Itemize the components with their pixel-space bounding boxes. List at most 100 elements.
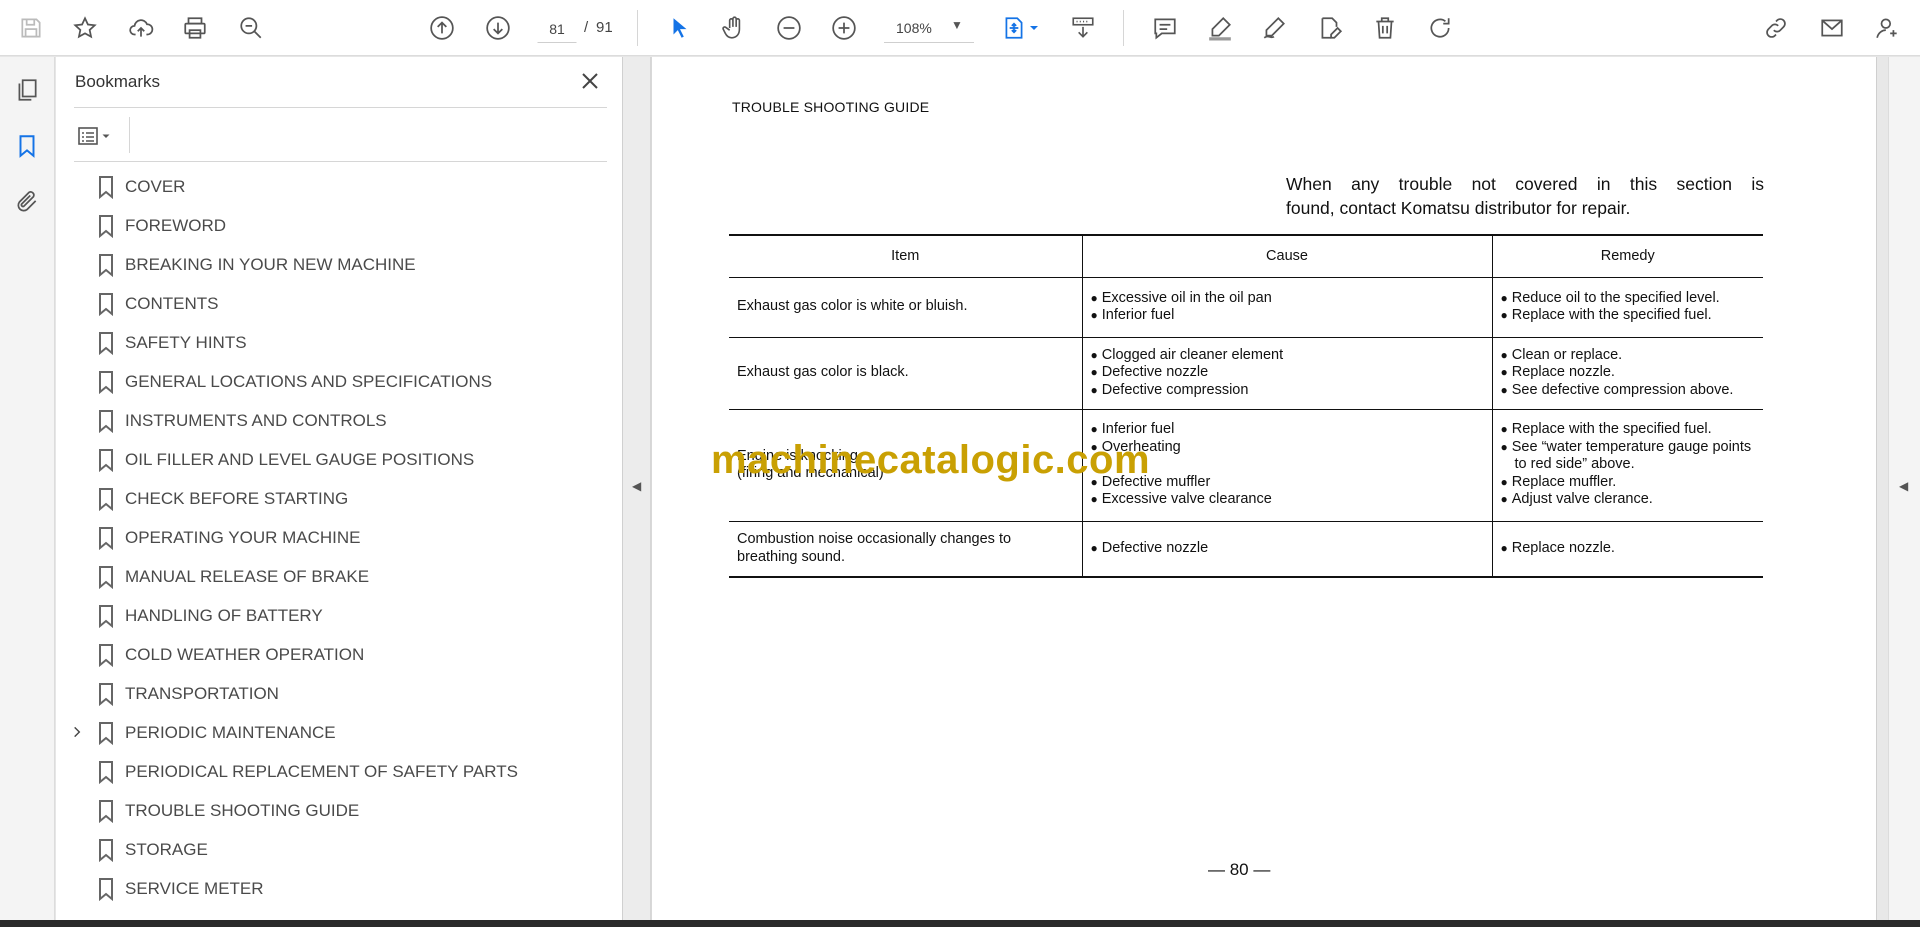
table-row: Exhaust gas color is black.Clogged air c… bbox=[729, 337, 1763, 410]
bookmark-label: COLD WEATHER OPERATION bbox=[125, 645, 365, 664]
bookmark-item[interactable]: PERIODICAL REPLACEMENT OF SAFETY PARTS bbox=[56, 752, 596, 791]
remedy-item: Reduce oil to the specified level. bbox=[1501, 290, 1756, 308]
cause-item: Defective nozzle bbox=[1091, 540, 1484, 558]
cause-cell: Defective nozzle bbox=[1081, 521, 1492, 578]
remedy-item: Replace nozzle. bbox=[1501, 540, 1756, 558]
bookmark-label: GENERAL LOCATIONS AND SPECIFICATIONS bbox=[125, 372, 493, 391]
right-panel-handle[interactable]: ◀ bbox=[1888, 57, 1920, 920]
bookmark-item[interactable]: INSTRUMENTS AND CONTROLS bbox=[56, 401, 596, 440]
bookmark-item[interactable]: COVER bbox=[56, 167, 596, 206]
note-line-2: found, contact Komatsu distributor for r… bbox=[1286, 198, 1631, 218]
bookmark-item[interactable]: CONTENTS bbox=[56, 284, 596, 323]
page-edge bbox=[1876, 57, 1877, 920]
bookmark-label: COVER bbox=[125, 177, 186, 196]
bookmark-label: TROUBLE SHOOTING GUIDE bbox=[125, 801, 360, 820]
bookmark-label: MANUAL RELEASE OF BRAKE bbox=[125, 567, 370, 586]
page-number-input[interactable]: 81 bbox=[537, 13, 577, 43]
bookmark-label: STORAGE bbox=[125, 840, 208, 859]
bookmark-icon bbox=[99, 488, 113, 511]
find-zoom-icon[interactable] bbox=[234, 11, 268, 45]
chevron-down-icon[interactable]: ▼ bbox=[951, 18, 963, 32]
remedy-item: Replace with the specified fuel. bbox=[1501, 421, 1756, 439]
bookmark-item[interactable]: TRANSPORTATION bbox=[56, 674, 596, 713]
highlight-icon[interactable] bbox=[1203, 11, 1237, 45]
bookmark-item[interactable]: FOREWORD bbox=[56, 206, 596, 245]
bookmark-icon bbox=[99, 839, 113, 862]
delete-icon[interactable] bbox=[1368, 11, 1402, 45]
bookmark-item[interactable]: MANUAL RELEASE OF BRAKE bbox=[56, 557, 596, 596]
note-line-1: When any trouble not covered in this sec… bbox=[1286, 174, 1764, 194]
page-separator: / bbox=[584, 19, 589, 36]
left-navigation-rail bbox=[0, 57, 55, 920]
divider bbox=[129, 117, 130, 153]
bookmark-label: HANDLING OF BATTERY bbox=[125, 606, 323, 625]
bookmark-item[interactable]: PERIODIC MAINTENANCE bbox=[56, 713, 596, 752]
select-cursor-icon[interactable] bbox=[663, 11, 697, 45]
rotate-icon[interactable] bbox=[1423, 11, 1457, 45]
share-link-icon[interactable] bbox=[1759, 11, 1793, 45]
upload-cloud-icon[interactable] bbox=[124, 11, 158, 45]
email-icon[interactable] bbox=[1815, 11, 1849, 45]
print-icon[interactable] bbox=[178, 11, 212, 45]
attachments-icon[interactable] bbox=[12, 187, 42, 217]
toolbar-divider bbox=[1123, 10, 1124, 46]
item-cell: Combustion noise occasionally changes to… bbox=[729, 521, 1082, 578]
draw-icon[interactable] bbox=[1257, 11, 1291, 45]
bookmark-label: PERIODICAL REPLACEMENT OF SAFETY PARTS bbox=[125, 762, 518, 781]
table-body: Exhaust gas color is white or bluish. Exc… bbox=[729, 277, 1763, 578]
bookmark-item[interactable]: SAFETY HINTS bbox=[56, 323, 596, 362]
bookmark-label: PERIODIC MAINTENANCE bbox=[125, 723, 336, 742]
bookmark-item[interactable]: BREAKING IN YOUR NEW MACHINE bbox=[56, 245, 596, 284]
divider bbox=[74, 161, 607, 162]
cause-item: Excessive valve clearance bbox=[1091, 491, 1484, 509]
scroll-mode-icon[interactable] bbox=[1066, 11, 1100, 45]
bookmarks-icon[interactable] bbox=[12, 131, 42, 161]
fill-sign-icon[interactable] bbox=[1313, 11, 1347, 45]
star-icon[interactable] bbox=[68, 11, 102, 45]
chevron-right-icon[interactable] bbox=[70, 725, 84, 739]
bookmark-item[interactable]: OIL FILLER AND LEVEL GAUGE POSITIONS bbox=[56, 440, 596, 479]
bookmark-item[interactable]: HANDLING OF BATTERY bbox=[56, 596, 596, 635]
chevron-down-icon[interactable] bbox=[1026, 11, 1042, 45]
page-thumbnails-icon[interactable] bbox=[12, 75, 42, 105]
remedy-item: Adjust valve clerance. bbox=[1501, 491, 1756, 509]
cause-item: Excessive oil in the oil pan bbox=[1091, 290, 1484, 308]
remedy-cell: Reduce oil to the specified level.Replac… bbox=[1491, 277, 1763, 338]
save-icon[interactable] bbox=[14, 11, 48, 45]
comment-icon[interactable] bbox=[1148, 11, 1182, 45]
bookmark-label: OPERATING YOUR MACHINE bbox=[125, 528, 361, 547]
bookmark-item[interactable]: TROUBLE SHOOTING GUIDE bbox=[56, 791, 596, 830]
page-heading: TROUBLE SHOOTING GUIDE bbox=[732, 99, 930, 115]
zoom-in-icon[interactable] bbox=[827, 11, 861, 45]
cause-item: Inferior fuel bbox=[1091, 307, 1484, 325]
bookmark-icon bbox=[99, 293, 113, 316]
zoom-out-icon[interactable] bbox=[772, 11, 806, 45]
bookmark-icon bbox=[99, 605, 113, 628]
bookmark-label: SERVICE METER bbox=[125, 879, 264, 898]
bookmark-options-button[interactable] bbox=[76, 121, 122, 151]
bookmark-label: OIL FILLER AND LEVEL GAUGE POSITIONS bbox=[125, 450, 475, 469]
column-header: Cause bbox=[1081, 234, 1492, 278]
remedy-item: Clean or replace. bbox=[1501, 347, 1756, 365]
item-cell: Exhaust gas color is white or bluish. bbox=[729, 277, 1082, 338]
bottom-edge bbox=[0, 920, 1920, 927]
bookmark-icon bbox=[99, 878, 113, 901]
cause-item: Clogged air cleaner element bbox=[1091, 347, 1484, 365]
bookmark-icon bbox=[99, 683, 113, 706]
bookmark-item[interactable]: COLD WEATHER OPERATION bbox=[56, 635, 596, 674]
bookmark-item[interactable]: SERVICE METER bbox=[56, 869, 596, 908]
next-page-icon[interactable] bbox=[481, 11, 515, 45]
bookmark-item[interactable]: CHECK BEFORE STARTING bbox=[56, 479, 596, 518]
troubleshooting-table: Item Cause Remedy Exhaust gas color is w… bbox=[729, 234, 1763, 578]
bookmark-icon bbox=[99, 644, 113, 667]
previous-page-icon[interactable] bbox=[425, 11, 459, 45]
account-icon[interactable] bbox=[1871, 11, 1905, 45]
bookmark-item[interactable]: OPERATING YOUR MACHINE bbox=[56, 518, 596, 557]
bookmark-item[interactable]: STORAGE bbox=[56, 830, 596, 869]
bookmark-item[interactable]: GENERAL LOCATIONS AND SPECIFICATIONS bbox=[56, 362, 596, 401]
close-icon[interactable] bbox=[578, 69, 604, 95]
page-number-footer: — 80 — bbox=[1208, 860, 1271, 879]
collapse-panel-handle[interactable]: ◀ bbox=[623, 57, 651, 920]
bookmark-label: INSTRUMENTS AND CONTROLS bbox=[125, 411, 387, 430]
hand-tool-icon[interactable] bbox=[717, 11, 751, 45]
